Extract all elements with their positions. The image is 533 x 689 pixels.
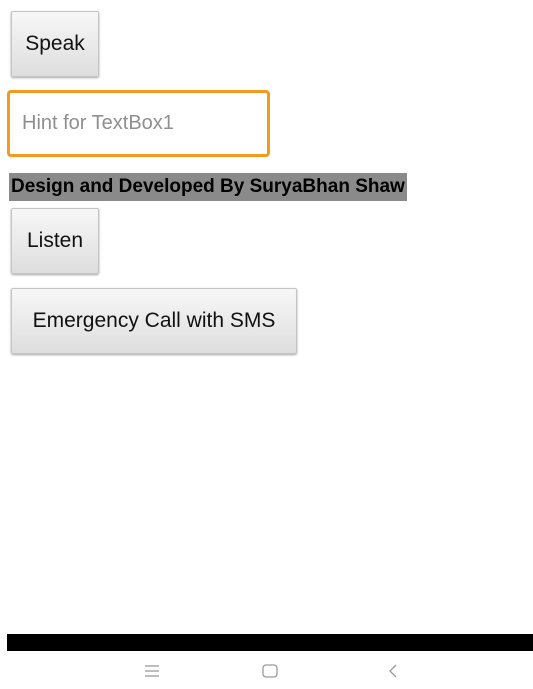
listen-button[interactable]: Listen [11, 208, 99, 274]
back-icon[interactable] [388, 664, 398, 683]
home-icon[interactable] [262, 664, 278, 683]
bottom-black-bar [7, 634, 533, 651]
menu-icon[interactable] [145, 664, 159, 682]
emergency-call-sms-button[interactable]: Emergency Call with SMS [11, 288, 297, 354]
credit-label: Design and Developed By SuryaBhan Shaw [9, 173, 407, 201]
system-navigation-bar [0, 651, 533, 689]
textbox1-input[interactable] [7, 90, 270, 157]
speak-button[interactable]: Speak [11, 11, 99, 77]
